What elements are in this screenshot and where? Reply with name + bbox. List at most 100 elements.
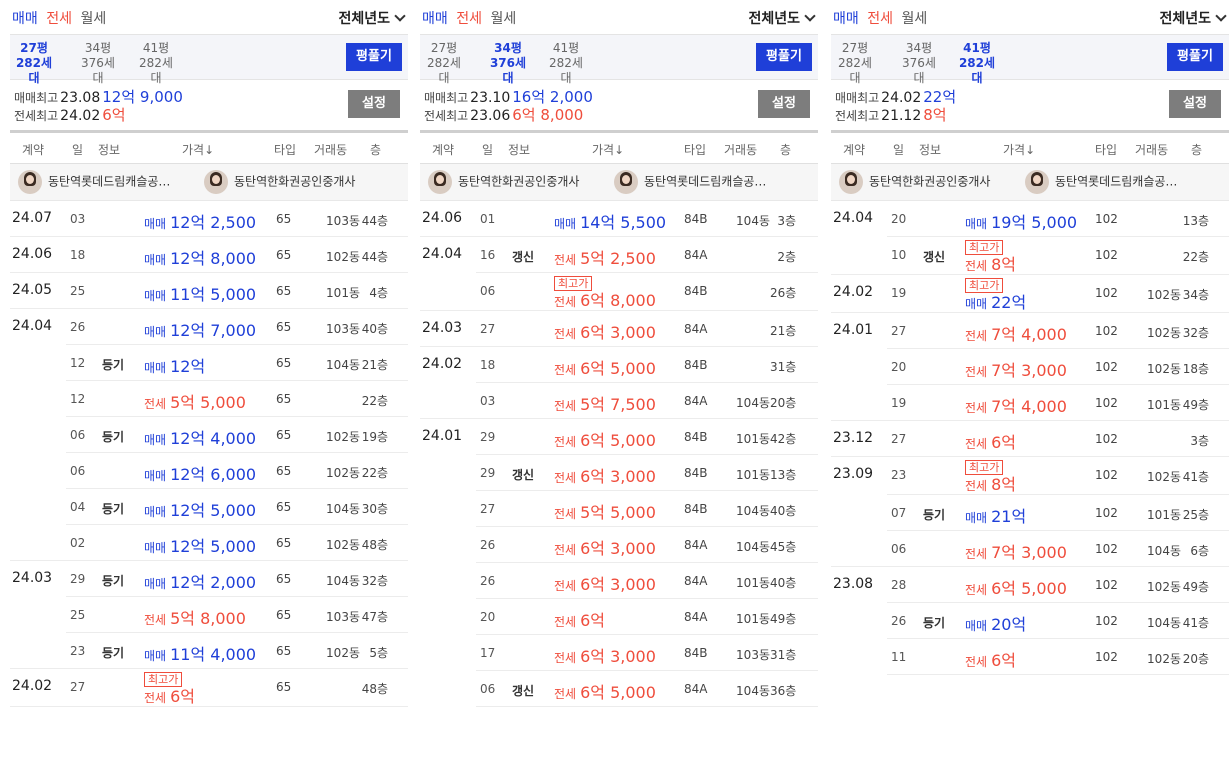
transaction-row[interactable]: 06 매매 12억 6,000 65 102동 22층: [10, 453, 408, 489]
tab-jeonse[interactable]: 전세: [456, 11, 482, 27]
transaction-row[interactable]: 06 등기 매매 12억 4,000 65 102동 19층: [10, 417, 408, 453]
agent-item[interactable]: 동탄역한화권공인중개사: [839, 170, 990, 194]
transaction-row[interactable]: 23.08 28 전세 6억 5,000 102 102동 49층: [831, 567, 1229, 603]
header-floor[interactable]: 층: [780, 141, 791, 158]
tab-sale[interactable]: 매매: [12, 11, 38, 27]
agent-item[interactable]: 동탄역롯데드림캐슬공…: [614, 170, 766, 194]
transaction-row[interactable]: 24.04 20 매매 19억 5,000 102 13층: [831, 201, 1229, 237]
header-day[interactable]: 일: [482, 141, 493, 158]
transaction-row[interactable]: 23 등기 매매 11억 4,000 65 102동 5층: [10, 633, 408, 669]
header-contract[interactable]: 계약: [843, 141, 865, 158]
transaction-row[interactable]: 24.02 19 최고가 매매 22억 102 102동 34층: [831, 275, 1229, 313]
year-filter-dropdown[interactable]: 전체년도: [748, 8, 816, 28]
transaction-row[interactable]: 24.04 26 매매 12억 7,000 65 103동 40층: [10, 309, 408, 345]
transaction-row[interactable]: 27 전세 5억 5,000 84B 104동 40층: [420, 491, 818, 527]
row-day: 20: [891, 360, 907, 374]
header-type[interactable]: 타입: [274, 141, 296, 158]
transaction-row[interactable]: 24.07 03 매매 12억 2,500 65 103동 44층: [10, 201, 408, 237]
agent-item[interactable]: 동탄역롯데드림캐슬공…: [1025, 170, 1177, 194]
transaction-row[interactable]: 24.01 27 전세 7억 4,000 102 102동 32층: [831, 313, 1229, 349]
transaction-row[interactable]: 20 전세 7억 3,000 102 102동 18층: [831, 349, 1229, 385]
header-dong[interactable]: 거래동: [314, 141, 347, 158]
header-contract[interactable]: 계약: [22, 141, 44, 158]
transaction-row[interactable]: 24.03 27 전세 6억 3,000 84A 21층: [420, 311, 818, 347]
tab-jeonse[interactable]: 전세: [867, 11, 893, 27]
agent-item[interactable]: 동탄역롯데드림캐슬공…: [18, 170, 170, 194]
header-floor[interactable]: 층: [1191, 141, 1202, 158]
transaction-row[interactable]: 19 전세 7억 4,000 102 101동 49층: [831, 385, 1229, 421]
header-floor[interactable]: 층: [370, 141, 381, 158]
agent-avatar: [18, 170, 42, 194]
tab-sale[interactable]: 매매: [422, 11, 448, 27]
tab-sale[interactable]: 매매: [833, 11, 859, 27]
transaction-row[interactable]: 12 전세 5억 5,000 65 22층: [10, 381, 408, 417]
transaction-row[interactable]: 07 등기 매매 21억 102 101동 25층: [831, 495, 1229, 531]
transaction-row[interactable]: 24.01 29 전세 6억 5,000 84B 101동 42층: [420, 419, 818, 455]
transaction-row[interactable]: 29 갱신 전세 6억 3,000 84B 101동 13층: [420, 455, 818, 491]
transaction-row[interactable]: 20 전세 6억 84A 101동 49층: [420, 599, 818, 635]
row-price: 6억 3,000: [580, 467, 656, 486]
row-price: 5억 5,000: [580, 503, 656, 522]
row-floor: 44층: [361, 250, 388, 264]
agent-item[interactable]: 동탄역한화권공인중개사: [428, 170, 579, 194]
row-day: 06: [480, 284, 496, 298]
transaction-row[interactable]: 26 전세 6억 3,000 84A 104동 45층: [420, 527, 818, 563]
transaction-row[interactable]: 11 전세 6억 102 102동 20층: [831, 639, 1229, 675]
row-price: 5억 5,000: [170, 393, 246, 412]
pyeong-expand-button[interactable]: 평풀기: [756, 43, 812, 71]
agent-item[interactable]: 동탄역한화권공인중개사: [204, 170, 355, 194]
transaction-row[interactable]: 26 전세 6억 3,000 84A 101동 40층: [420, 563, 818, 599]
row-divider: [887, 674, 1229, 675]
year-filter-dropdown[interactable]: 전체년도: [1159, 8, 1227, 28]
settings-button[interactable]: 설정: [758, 90, 810, 118]
header-info[interactable]: 정보: [98, 141, 120, 158]
transaction-row[interactable]: 25 전세 5억 8,000 65 103동 47층: [10, 597, 408, 633]
settings-button[interactable]: 설정: [348, 90, 400, 118]
row-day: 27: [480, 322, 496, 336]
transaction-row[interactable]: 26 등기 매매 20억 102 104동 41층: [831, 603, 1229, 639]
transaction-row[interactable]: 24.02 18 전세 6억 5,000 84B 31층: [420, 347, 818, 383]
tab-rent[interactable]: 월세: [80, 11, 106, 27]
transaction-row[interactable]: 24.03 29 등기 매매 12억 2,000 65 104동 32층: [10, 561, 408, 597]
transaction-row[interactable]: 10 갱신 최고가 전세 8억 102 22층: [831, 237, 1229, 275]
transaction-row[interactable]: 23.09 23 최고가 전세 8억 102 102동 41층: [831, 457, 1229, 495]
transaction-row[interactable]: 24.06 18 매매 12억 8,000 65 102동 44층: [10, 237, 408, 273]
header-info[interactable]: 정보: [919, 141, 941, 158]
tab-rent[interactable]: 월세: [490, 11, 516, 27]
row-price: 11억 4,000: [170, 645, 257, 664]
pyeong-expand-button[interactable]: 평풀기: [346, 43, 402, 71]
header-type[interactable]: 타입: [684, 141, 706, 158]
header-day[interactable]: 일: [893, 141, 904, 158]
header-type[interactable]: 타입: [1095, 141, 1117, 158]
header-price-sort[interactable]: 가격↓: [182, 141, 214, 158]
row-floor: 2층: [777, 250, 796, 264]
header-price-sort[interactable]: 가격↓: [592, 141, 624, 158]
row-year-month: 23.09: [833, 466, 874, 482]
transaction-row[interactable]: 24.02 27 최고가 전세 6억 65 48층: [10, 669, 408, 707]
tab-jeonse[interactable]: 전세: [46, 11, 72, 27]
header-dong[interactable]: 거래동: [724, 141, 757, 158]
transaction-row[interactable]: 24.04 16 갱신 전세 5억 2,500 84A 2층: [420, 237, 818, 273]
row-price-cell: 전세 6억 5,000: [554, 427, 656, 451]
header-day[interactable]: 일: [72, 141, 83, 158]
transaction-row[interactable]: 24.05 25 매매 11억 5,000 65 101동 4층: [10, 273, 408, 309]
deal-tabs: 매매 전세 월세: [833, 8, 931, 28]
transaction-row[interactable]: 23.12 27 전세 6억 102 3층: [831, 421, 1229, 457]
transaction-row[interactable]: 17 전세 6억 3,000 84B 103동 31층: [420, 635, 818, 671]
header-dong[interactable]: 거래동: [1135, 141, 1168, 158]
transaction-row[interactable]: 24.06 01 매매 14억 5,500 84B 104동 3층: [420, 201, 818, 237]
transaction-row[interactable]: 04 등기 매매 12억 5,000 65 104동 30층: [10, 489, 408, 525]
transaction-row[interactable]: 06 갱신 전세 6억 5,000 84A 104동 36층: [420, 671, 818, 707]
transaction-row[interactable]: 06 최고가 전세 6억 8,000 84B 26층: [420, 273, 818, 311]
transaction-row[interactable]: 06 전세 7억 3,000 102 104동 6층: [831, 531, 1229, 567]
transaction-row[interactable]: 03 전세 5억 7,500 84A 104동 20층: [420, 383, 818, 419]
transaction-row[interactable]: 12 등기 매매 12억 65 104동 21층: [10, 345, 408, 381]
pyeong-expand-button[interactable]: 평풀기: [1167, 43, 1223, 71]
tab-rent[interactable]: 월세: [901, 11, 927, 27]
header-contract[interactable]: 계약: [432, 141, 454, 158]
header-price-sort[interactable]: 가격↓: [1003, 141, 1035, 158]
header-info[interactable]: 정보: [508, 141, 530, 158]
settings-button[interactable]: 설정: [1169, 90, 1221, 118]
year-filter-dropdown[interactable]: 전체년도: [338, 8, 406, 28]
transaction-row[interactable]: 02 매매 12억 5,000 65 102동 48층: [10, 525, 408, 561]
